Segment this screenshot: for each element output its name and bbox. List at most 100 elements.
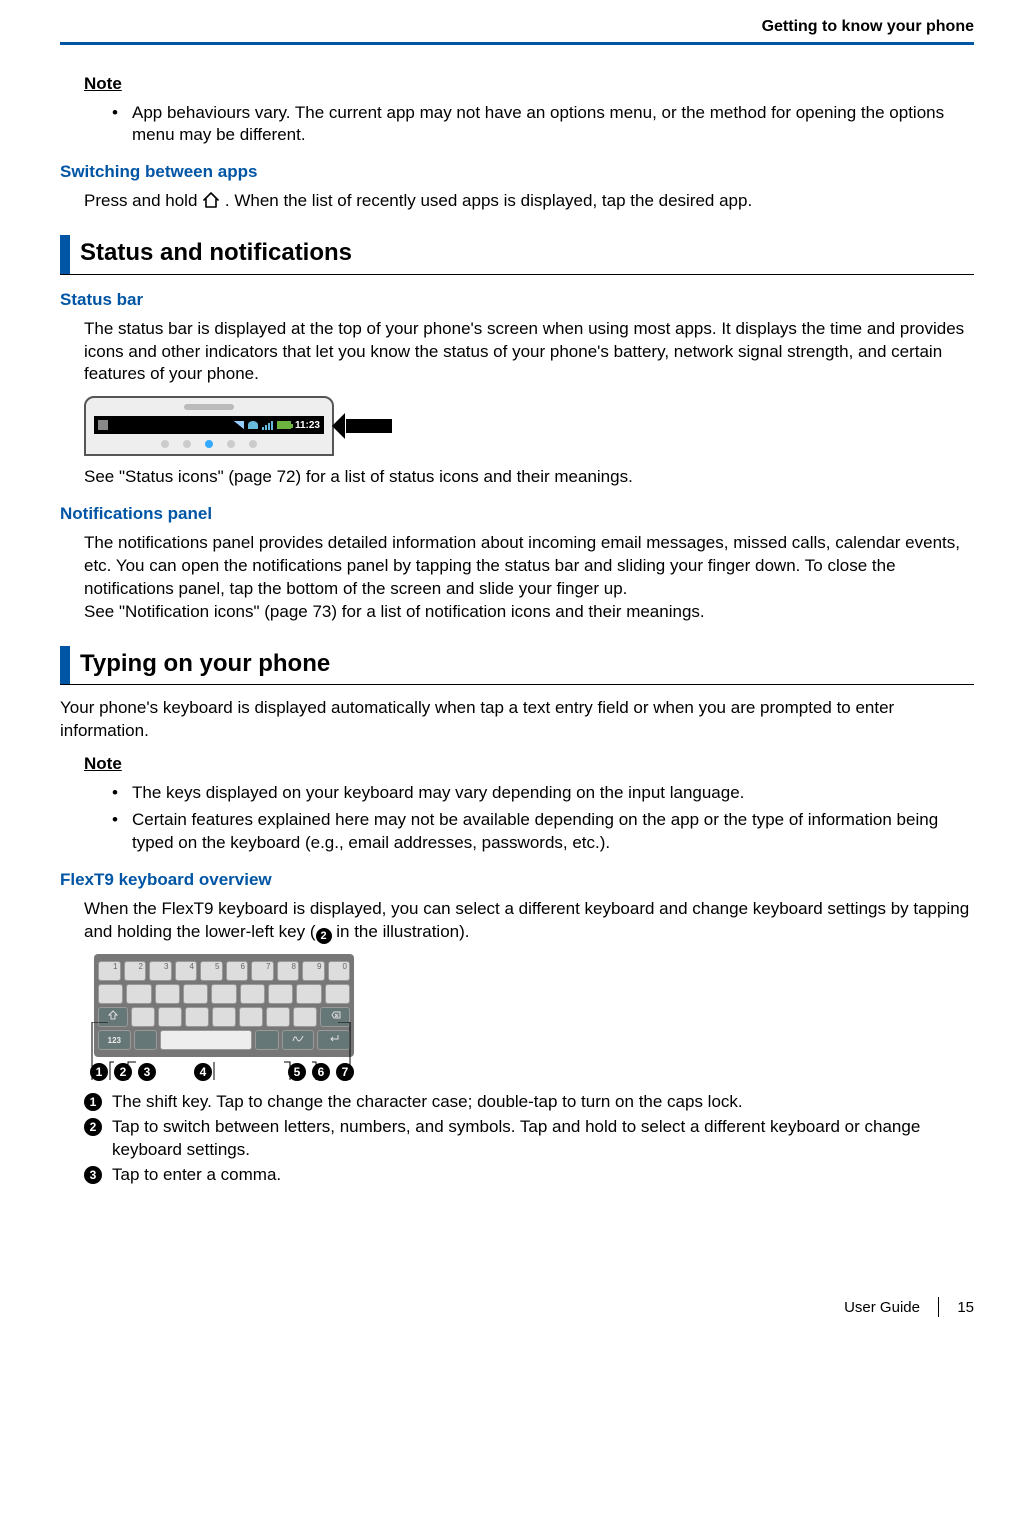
kb-key bbox=[155, 984, 180, 1004]
note-item: Certain features explained here may not … bbox=[112, 809, 974, 855]
note-label: Note bbox=[84, 753, 974, 776]
kb-key bbox=[268, 984, 293, 1004]
kb-key bbox=[98, 984, 123, 1004]
switching-after: . When the list of recently used apps is… bbox=[225, 191, 752, 210]
notifications-see: See "Notification icons" (page 73) for a… bbox=[84, 601, 974, 624]
keyboard: 1 2 3 4 5 6 7 8 9 0 bbox=[94, 954, 354, 1057]
phone-speaker bbox=[184, 404, 234, 410]
subhead-flext9: FlexT9 keyboard overview bbox=[60, 869, 974, 892]
section-title: Status and notifications bbox=[80, 235, 352, 273]
callout-desc-item: 2 Tap to switch between letters, numbers… bbox=[84, 1116, 974, 1162]
kb-key bbox=[239, 1007, 263, 1027]
callout-desc-text: Tap to enter a comma. bbox=[112, 1164, 974, 1187]
kb-key bbox=[325, 984, 350, 1004]
subhead-switching: Switching between apps bbox=[60, 161, 974, 184]
statusbar-see: See "Status icons" (page 72) for a list … bbox=[84, 466, 974, 489]
callout-5-icon: 5 bbox=[288, 1063, 306, 1081]
kb-key bbox=[240, 984, 265, 1004]
kb-key: 7 bbox=[251, 961, 274, 981]
keyboard-row-1: 1 2 3 4 5 6 7 8 9 0 bbox=[98, 961, 350, 981]
scribble-key-icon bbox=[282, 1030, 315, 1050]
kb-key bbox=[212, 1007, 236, 1027]
flext9-before: When the FlexT9 keyboard is displayed, y… bbox=[84, 899, 969, 941]
callout-3-icon: 3 bbox=[138, 1063, 156, 1081]
kb-key: 9 bbox=[302, 961, 325, 981]
section-title: Typing on your phone bbox=[80, 646, 330, 684]
kb-key: 4 bbox=[175, 961, 198, 981]
note-item: The keys displayed on your keyboard may … bbox=[112, 782, 974, 805]
typing-intro: Your phone's keyboard is displayed autom… bbox=[60, 697, 974, 743]
section-accent-bar bbox=[60, 646, 70, 684]
section-typing: Typing on your phone bbox=[60, 646, 974, 685]
kb-key: 3 bbox=[149, 961, 172, 981]
callout-2-icon: 2 bbox=[114, 1063, 132, 1081]
callout-1-icon: 1 bbox=[84, 1093, 102, 1111]
kb-key bbox=[183, 984, 208, 1004]
keyboard-row-4: 123 bbox=[98, 1030, 350, 1050]
notification-icon bbox=[98, 420, 108, 430]
callout-7-icon: 7 bbox=[336, 1063, 354, 1081]
callout-desc-text: Tap to switch between letters, numbers, … bbox=[112, 1116, 974, 1162]
switching-before: Press and hold bbox=[84, 191, 202, 210]
enter-key-icon bbox=[317, 1030, 350, 1050]
kb-key bbox=[185, 1007, 209, 1027]
section-accent-bar bbox=[60, 235, 70, 273]
status-bar: 11:23 bbox=[94, 416, 324, 434]
status-time: 11:23 bbox=[295, 419, 320, 433]
space-key bbox=[160, 1030, 252, 1050]
callout-2-icon: 2 bbox=[84, 1118, 102, 1136]
note-label: Note bbox=[84, 73, 974, 96]
backspace-key-icon bbox=[320, 1007, 350, 1027]
note-list: App behaviours vary. The current app may… bbox=[112, 102, 974, 148]
callout-descriptions: 1 The shift key. Tap to change the chara… bbox=[84, 1091, 974, 1187]
arrow-pointer-icon bbox=[346, 419, 392, 433]
keyboard-row-3 bbox=[98, 1007, 350, 1027]
statusbar-figure: 11:23 bbox=[84, 396, 974, 456]
callout-desc-item: 3 Tap to enter a comma. bbox=[84, 1164, 974, 1187]
flext9-para: When the FlexT9 keyboard is displayed, y… bbox=[84, 898, 974, 944]
comma-key bbox=[134, 1030, 158, 1050]
note-list: The keys displayed on your keyboard may … bbox=[112, 782, 974, 855]
kb-key: 1 bbox=[98, 961, 121, 981]
footer-guide: User Guide bbox=[844, 1299, 920, 1316]
notifications-para: The notifications panel provides detaile… bbox=[84, 532, 974, 601]
kb-key bbox=[211, 984, 236, 1004]
callout-3-icon: 3 bbox=[84, 1166, 102, 1184]
kb-key bbox=[266, 1007, 290, 1027]
statusbar-para: The status bar is displayed at the top o… bbox=[84, 318, 974, 387]
page-footer: User Guide 15 bbox=[60, 1297, 974, 1318]
footer-separator bbox=[938, 1297, 939, 1317]
kb-key bbox=[293, 1007, 317, 1027]
callout-desc-item: 1 The shift key. Tap to change the chara… bbox=[84, 1091, 974, 1114]
kb-key bbox=[131, 1007, 155, 1027]
shift-key-icon bbox=[98, 1007, 128, 1027]
phone-top-frame: 11:23 bbox=[84, 396, 334, 456]
battery-icon bbox=[277, 421, 291, 429]
callout-row: 1 2 3 4 5 6 7 bbox=[94, 1063, 354, 1081]
header-rule bbox=[60, 42, 974, 45]
subhead-notifications: Notifications panel bbox=[60, 503, 974, 526]
mode-123-key: 123 bbox=[98, 1030, 131, 1050]
running-head: Getting to know your phone bbox=[60, 0, 974, 42]
note-item: App behaviours vary. The current app may… bbox=[112, 102, 974, 148]
flext9-after: in the illustration). bbox=[332, 922, 470, 941]
callout-2-inline-icon: 2 bbox=[316, 928, 332, 944]
callout-4-icon: 4 bbox=[194, 1063, 212, 1081]
kb-key: 8 bbox=[277, 961, 300, 981]
signal-3g-icon bbox=[234, 421, 244, 429]
kb-key: 6 bbox=[226, 961, 249, 981]
kb-key bbox=[158, 1007, 182, 1027]
kb-key: 5 bbox=[200, 961, 223, 981]
period-key bbox=[255, 1030, 279, 1050]
kb-key bbox=[126, 984, 151, 1004]
signal-bars-icon bbox=[262, 421, 273, 430]
section-status: Status and notifications bbox=[60, 235, 974, 274]
footer-page-number: 15 bbox=[957, 1299, 974, 1316]
subhead-statusbar: Status bar bbox=[60, 289, 974, 312]
callout-1-icon: 1 bbox=[90, 1063, 108, 1081]
callout-desc-text: The shift key. Tap to change the charact… bbox=[112, 1091, 974, 1114]
kb-key: 2 bbox=[124, 961, 147, 981]
switching-text: Press and hold . When the list of recent… bbox=[84, 190, 974, 213]
kb-key bbox=[296, 984, 321, 1004]
keyboard-figure: 1 2 3 4 5 6 7 8 9 0 bbox=[84, 954, 364, 1081]
